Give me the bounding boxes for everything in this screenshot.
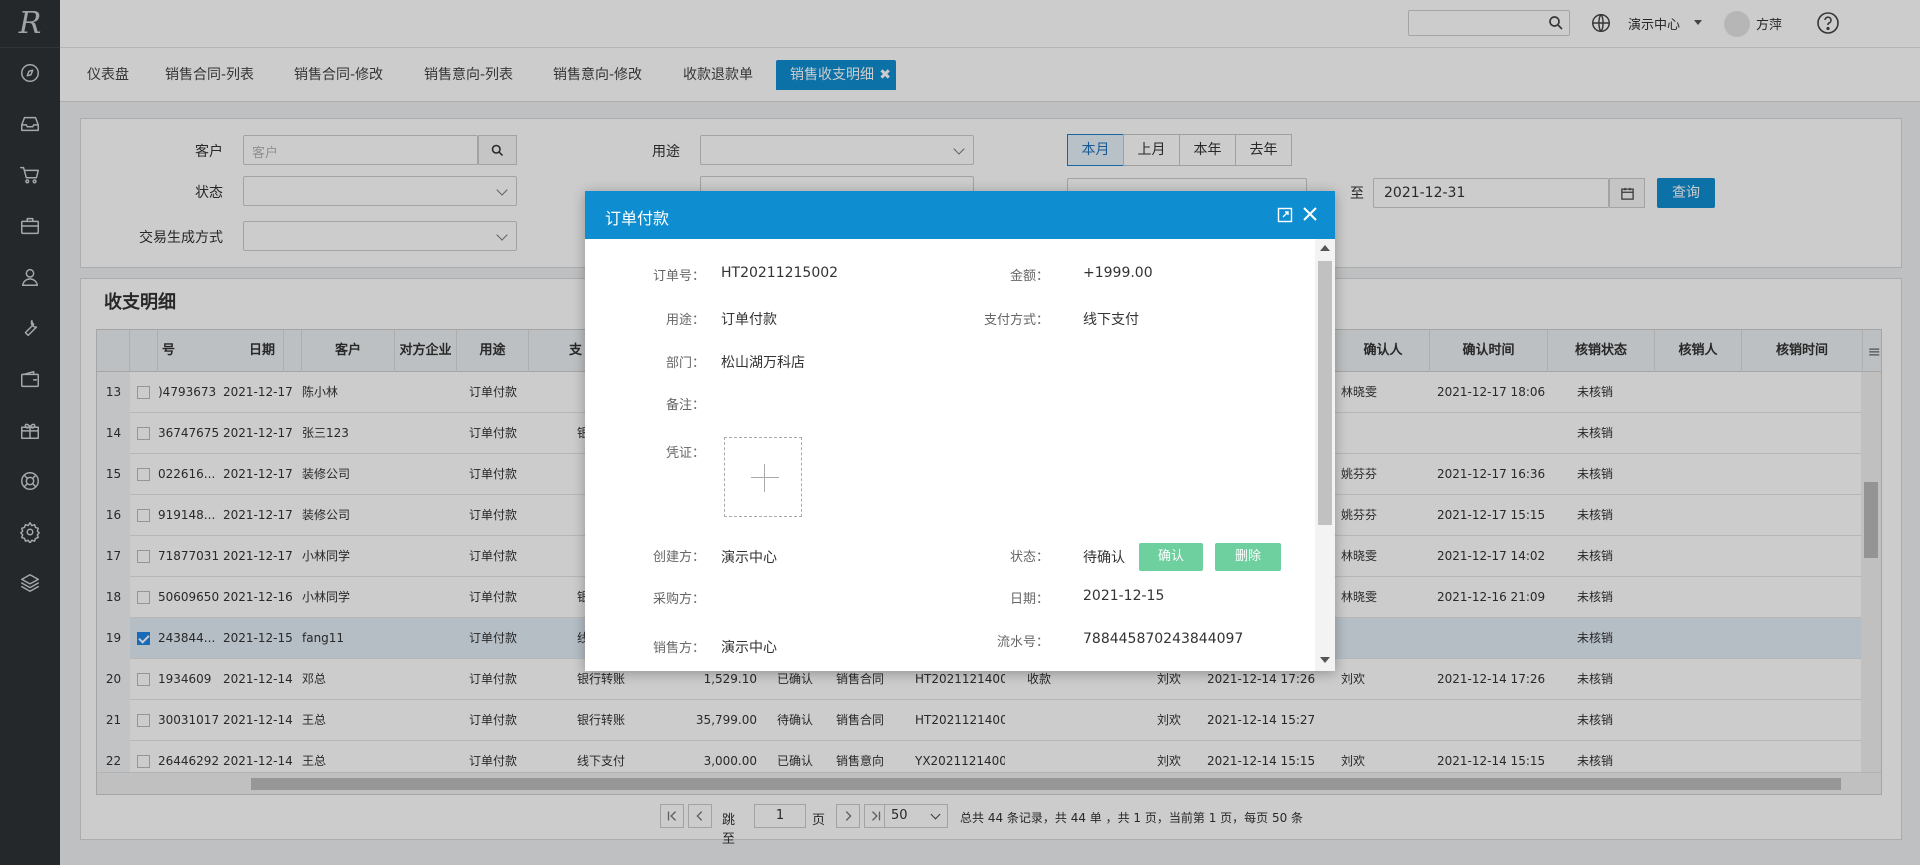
pay-method-value: 线下支付 [1083, 312, 1139, 328]
modal-header: 订单付款 [585, 191, 1335, 239]
confirm-button[interactable]: 确认 [1139, 543, 1203, 571]
order-no-label: 订单号： [652, 269, 705, 284]
voucher-label: 凭证： [665, 446, 705, 461]
scroll-up-icon[interactable] [1320, 245, 1330, 251]
pay-method-label: 支付方式： [983, 313, 1049, 328]
order-payment-modal: 订单付款 订单号： HT20211215002 金额： +1999.00 用途：… [585, 191, 1335, 671]
purpose-value: 订单付款 [721, 312, 777, 328]
close-icon[interactable] [1301, 205, 1319, 223]
amount-value: +1999.00 [1083, 265, 1153, 281]
seller-label: 销售方： [652, 641, 705, 656]
date-value: 2021-12-15 [1083, 588, 1165, 604]
serial-value: 788445870243844097 [1083, 631, 1244, 647]
plus-icon-vertical [764, 464, 765, 492]
amount-label: 金额： [1009, 269, 1049, 284]
serial-label: 流水号： [996, 635, 1049, 650]
remark-label: 备注： [665, 398, 705, 413]
order-no-value: HT20211215002 [721, 265, 839, 281]
maximize-icon[interactable] [1277, 207, 1293, 223]
modal-scroll-thumb[interactable] [1318, 261, 1332, 525]
seller-value: 演示中心 [721, 640, 777, 656]
purpose-label: 用途： [665, 313, 705, 328]
status-label: 状态： [1009, 550, 1049, 565]
modal-scrollbar[interactable] [1315, 239, 1335, 671]
dept-value: 松山湖万科店 [721, 355, 805, 371]
creator-label: 创建方： [652, 550, 705, 565]
buyer-label: 采购方： [652, 592, 705, 607]
date-label: 日期： [1009, 592, 1049, 607]
voucher-upload[interactable] [724, 437, 802, 517]
delete-button[interactable]: 删除 [1215, 543, 1281, 571]
plus-icon [751, 477, 779, 478]
scroll-down-icon[interactable] [1320, 657, 1330, 663]
dept-label: 部门： [665, 356, 705, 371]
modal-title: 订单付款 [605, 209, 670, 228]
creator-value: 演示中心 [721, 550, 777, 566]
status-value: 待确认 [1083, 550, 1125, 566]
